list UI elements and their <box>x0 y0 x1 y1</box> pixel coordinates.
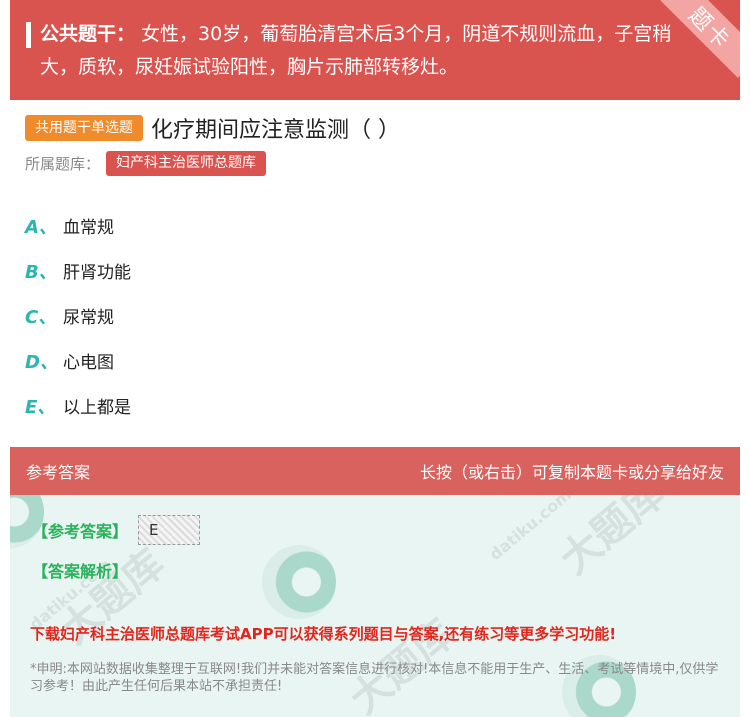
stem-text-block: 公共题干： 女性，30岁，葡萄胎清宫术后3个月，阴道不规则流血，子宫稍大，质软，尿… <box>40 18 680 84</box>
shared-stem-panel: 公共题干： 女性，30岁，葡萄胎清宫术后3个月，阴道不规则流血，子宫稍大，质软，尿… <box>10 0 740 100</box>
library-label: 所属题库： <box>25 155 101 173</box>
app-download-link[interactable]: 下载妇产科主治医师总题库考试APP可以获得系列题目与答案,还有练习等更多学习功能… <box>30 623 616 644</box>
answer-panel: 大题库 大题库 大题库 datiku.com datiku.com 【参考答案】… <box>10 495 740 717</box>
option-text: 肝肾功能 <box>63 263 131 283</box>
option-letter: C、 <box>25 306 57 328</box>
answer-header-bar: 参考答案 长按（或右击）可复制本题卡或分享给好友 <box>10 447 740 495</box>
answer-key-label: 【参考答案】 <box>32 522 129 541</box>
watermark-text: 大题库 <box>551 495 674 584</box>
share-hint: 长按（或右击）可复制本题卡或分享给好友 <box>419 463 724 482</box>
option-b[interactable]: B、 肝肾功能 <box>25 248 131 293</box>
library-link[interactable]: 妇产科主治医师总题库 <box>106 151 267 176</box>
options-list: A、 血常规 B、 肝肾功能 C、 尿常规 D、 心电图 E、 以上都是 <box>25 203 131 428</box>
question-title: 化疗期间应注意监测（ ） <box>151 118 400 143</box>
option-text: 以上都是 <box>63 398 131 418</box>
answer-key-value: E <box>138 515 201 545</box>
option-c[interactable]: C、 尿常规 <box>25 293 131 338</box>
option-text: 血常规 <box>63 218 114 238</box>
library-row: 所属题库： 妇产科主治医师总题库 <box>25 151 267 176</box>
answer-key-line: 【参考答案】 E <box>32 515 201 545</box>
option-e[interactable]: E、 以上都是 <box>25 383 131 428</box>
watermark-logo-icon <box>262 545 336 619</box>
disclaimer-text: *申明:本网站数据收集整理于互联网!我们并未能对答案信息进行核对!本信息不能用于… <box>30 662 719 694</box>
option-letter: E、 <box>25 396 56 418</box>
option-text: 心电图 <box>63 353 114 373</box>
option-letter: B、 <box>25 261 57 283</box>
option-d[interactable]: D、 心电图 <box>25 338 131 383</box>
stem-accent-bar <box>26 22 31 48</box>
option-a[interactable]: A、 血常规 <box>25 203 131 248</box>
stem-label: 公共题干： <box>40 23 136 45</box>
question-type-tag: 共用题干单选题 <box>25 115 143 141</box>
option-letter: D、 <box>25 351 58 373</box>
answer-analysis-label: 【答案解析】 <box>32 562 129 581</box>
question-header: 共用题干单选题 化疗期间应注意监测（ ） <box>25 112 400 144</box>
option-letter: A、 <box>25 216 57 238</box>
answer-header-title: 参考答案 <box>26 463 91 482</box>
option-text: 尿常规 <box>63 308 114 328</box>
